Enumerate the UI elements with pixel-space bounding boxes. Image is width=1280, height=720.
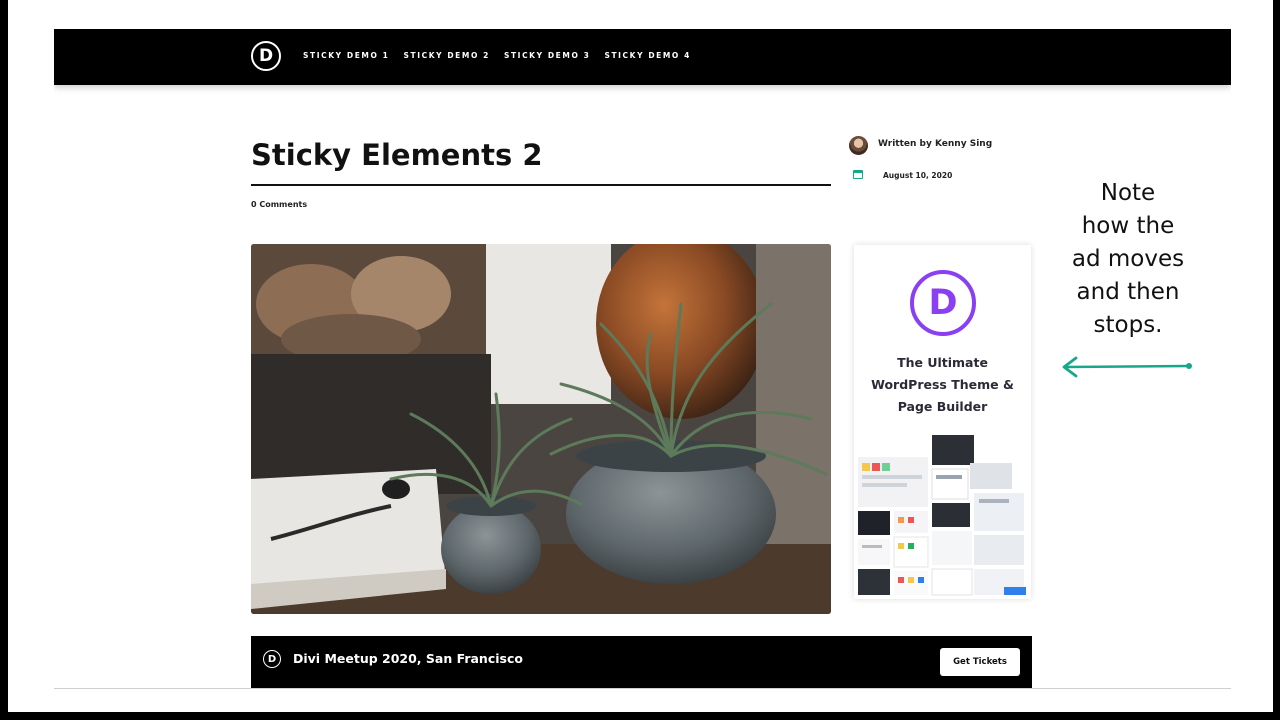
nav-menu: STICKY DEMO 1 STICKY DEMO 2 STICKY DEMO … <box>303 51 691 60</box>
post-title: Sticky Elements 2 <box>251 138 543 172</box>
annotation-note-line: Note <box>1100 180 1156 206</box>
nav-link-sticky-demo-3[interactable]: STICKY DEMO 3 <box>504 51 590 60</box>
annotation-note-line: and then <box>1076 279 1180 305</box>
divi-logo-icon: D <box>263 650 281 668</box>
post-author[interactable]: Written by Kenny Sing <box>878 139 992 149</box>
annotation-note: Note how the ad moves and then stops. <box>1050 177 1206 342</box>
promo-text: Divi Meetup 2020, San Francisco <box>293 651 523 666</box>
arrow-left-icon <box>1062 356 1192 378</box>
ad-headline-line: Page Builder <box>897 399 988 414</box>
annotation-note-line: stops. <box>1093 312 1163 338</box>
video-frame-left <box>0 0 8 720</box>
nav-link-sticky-demo-4[interactable]: STICKY DEMO 4 <box>604 51 690 60</box>
divi-logo-icon[interactable]: D <box>251 41 281 71</box>
video-frame-bottom <box>0 712 1280 720</box>
calendar-icon <box>853 170 863 179</box>
title-divider <box>251 184 831 186</box>
ad-headline-line: WordPress Theme & <box>871 377 1014 392</box>
nav-link-sticky-demo-1[interactable]: STICKY DEMO 1 <box>303 51 389 60</box>
website-page: D STICKY DEMO 1 STICKY DEMO 2 STICKY DEM… <box>54 29 1231 689</box>
annotation-note-line: how the <box>1081 213 1175 239</box>
ad-headline: The Ultimate WordPress Theme & Page Buil… <box>854 352 1031 418</box>
comments-link[interactable]: 0 Comments <box>251 200 307 209</box>
sticky-promo-bar: D Divi Meetup 2020, San Francisco Get Ti… <box>251 636 1032 689</box>
featured-image-plants-in-pots <box>251 244 831 614</box>
get-tickets-button[interactable]: Get Tickets <box>940 648 1020 676</box>
video-frame-right <box>1273 0 1280 720</box>
author-avatar <box>849 136 868 155</box>
ad-headline-line: The Ultimate <box>897 355 988 370</box>
top-navigation-bar: D STICKY DEMO 1 STICKY DEMO 2 STICKY DEM… <box>54 29 1231 85</box>
post-date: August 10, 2020 <box>883 171 953 180</box>
divi-logo-icon: D <box>910 270 976 336</box>
sticky-sidebar-ad[interactable]: D The Ultimate WordPress Theme & Page Bu… <box>854 245 1031 599</box>
theme-screenshots-collage <box>858 435 1026 596</box>
nav-link-sticky-demo-2[interactable]: STICKY DEMO 2 <box>403 51 489 60</box>
annotation-note-line: ad moves <box>1071 246 1185 272</box>
